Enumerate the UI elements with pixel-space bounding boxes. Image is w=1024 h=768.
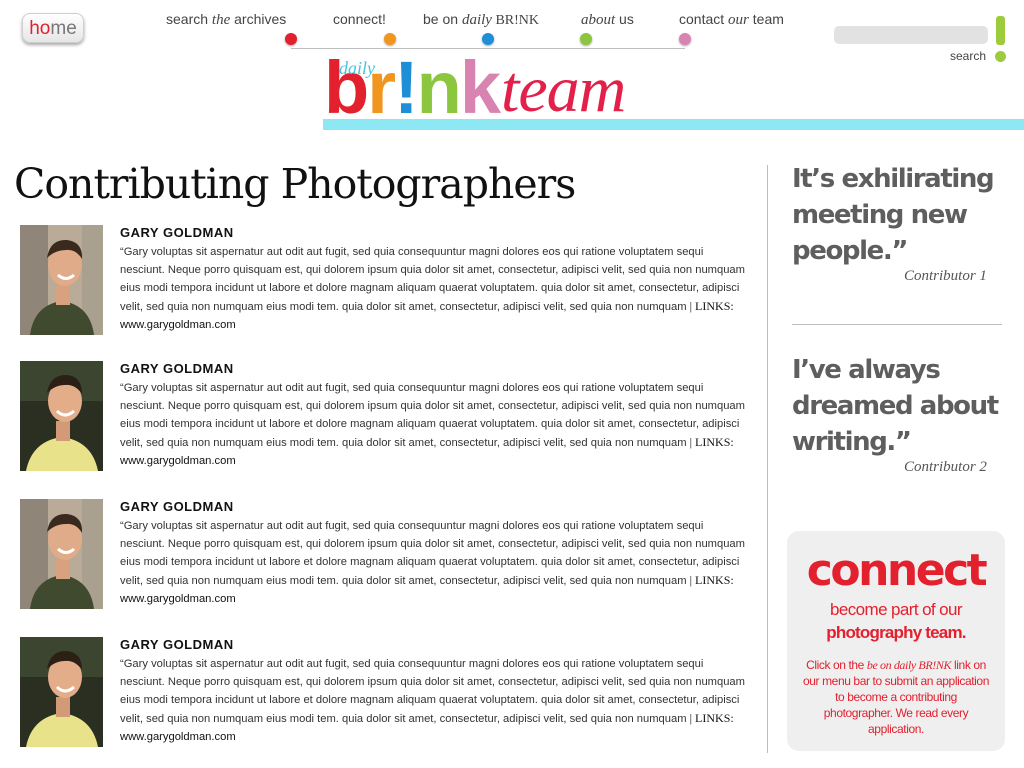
photographer-name: GARY GOLDMAN (120, 499, 234, 514)
connect-subtitle: become part of our (830, 600, 962, 619)
search-label[interactable]: search (950, 49, 986, 63)
photographer-bio: “Gary voluptas sit aspernatur aut odit a… (120, 246, 745, 331)
links-label: | LINKS: (689, 299, 734, 313)
nav-dot-orange (384, 33, 396, 45)
nav-label: connect! (333, 11, 386, 27)
quote-1-attribution: Contributor 1 (904, 268, 987, 284)
photographer-bio: “Gary voluptas sit aspernatur aut odit a… (120, 520, 745, 605)
avatar-photo (20, 637, 103, 747)
connect-title: connect (806, 545, 988, 596)
quote-1: It’s exhilirating meeting new people.” (792, 164, 995, 266)
avatar-photo (20, 361, 103, 471)
column-divider (767, 165, 768, 753)
nav-label: be on daily BR!NK (423, 11, 539, 28)
sidebar-divider (792, 324, 1002, 325)
links-label: | LINKS: (689, 711, 734, 725)
brink-team-logo: br!nk daily team (324, 48, 684, 128)
nav-label: contact our team (679, 11, 784, 28)
logo-team: team (501, 53, 626, 126)
logo-daily: daily (339, 58, 375, 78)
website-link[interactable]: www.garygoldman.com (120, 593, 236, 605)
nav-dot-green (580, 33, 592, 45)
search-input[interactable] (834, 26, 988, 44)
search-exclamation-bar (996, 16, 1005, 45)
nav-contact-our-team[interactable]: contact our team (679, 10, 809, 52)
avatar-photo (20, 225, 103, 335)
photographer-entry: GARY GOLDMAN “Gary voluptas sit aspernat… (20, 499, 760, 611)
search-exclamation-dot (995, 51, 1006, 62)
nav-about-us[interactable]: about us (580, 10, 651, 52)
links-label: | LINKS: (689, 573, 734, 587)
header-accent-bar (323, 119, 1024, 130)
photographer-bio: “Gary voluptas sit aspernatur aut odit a… (120, 382, 745, 467)
website-link[interactable]: www.garygoldman.com (120, 319, 236, 331)
photographer-entry: GARY GOLDMAN “Gary voluptas sit aspernat… (20, 637, 760, 749)
connect-callout: connect become part of our photography t… (787, 531, 1005, 751)
photographer-name: GARY GOLDMAN (120, 637, 234, 652)
nav-dot-pink (679, 33, 691, 45)
website-link[interactable]: www.garygoldman.com (120, 455, 236, 467)
nav-search-archives[interactable]: search the archives (166, 10, 306, 52)
avatar-photo (20, 499, 103, 609)
photographer-entry: GARY GOLDMAN “Gary voluptas sit aspernat… (20, 361, 760, 473)
quote-2: I’ve always dreamed about writing.” (792, 355, 999, 457)
nav-label: search the archives (166, 11, 287, 28)
page-title: Contributing Photographers (14, 160, 576, 208)
connect-instructions: Click on the be on daily BR!NK link on o… (803, 658, 989, 736)
nav-dot-blue (482, 33, 494, 45)
photographer-bio: “Gary voluptas sit aspernatur aut odit a… (120, 658, 745, 743)
connect-subtitle-bold: photography team. (826, 623, 966, 642)
photographer-name: GARY GOLDMAN (120, 225, 234, 240)
photographer-entry: GARY GOLDMAN “Gary voluptas sit aspernat… (20, 225, 760, 337)
nav-dot-red (285, 33, 297, 45)
photographer-name: GARY GOLDMAN (120, 361, 234, 376)
quote-2-attribution: Contributor 2 (904, 459, 987, 475)
nav-label: about us (581, 11, 634, 28)
search-exclamation-icon[interactable] (994, 16, 1008, 64)
website-link[interactable]: www.garygoldman.com (120, 731, 236, 743)
links-label: | LINKS: (689, 435, 734, 449)
